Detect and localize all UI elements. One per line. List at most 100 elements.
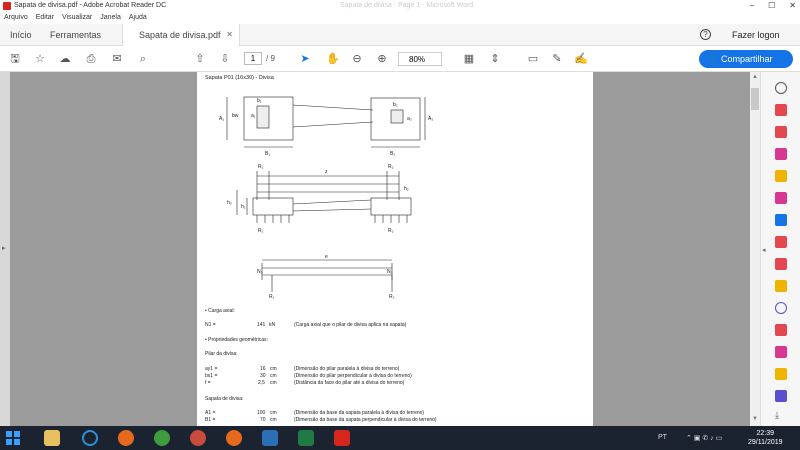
page-number-input[interactable]: 1 (244, 52, 262, 65)
system-clock[interactable]: 22:39 29/11/2019 (748, 429, 783, 447)
tab-document-label: Sapata de divisa.pdf (139, 30, 221, 40)
label-a2: a₂ (407, 116, 412, 122)
login-link[interactable]: Fazer logon (732, 30, 780, 40)
vertical-scrollbar[interactable]: ▲ ▼ (750, 72, 760, 426)
label-R1-top: R₁ (258, 164, 264, 170)
scroll-thumb[interactable] (751, 88, 759, 110)
file-explorer-icon[interactable] (44, 430, 60, 446)
row-b1-value: 70 (260, 417, 266, 423)
internet-explorer-icon[interactable] (82, 430, 98, 446)
chrome-icon[interactable] (154, 430, 170, 446)
page-fit-icon[interactable]: ▦ (462, 52, 476, 66)
save-icon[interactable]: 🖫 (8, 52, 22, 66)
fill-sign-icon[interactable] (775, 346, 787, 358)
pdf-page: Sapata P01 (16x30) - Divisa A₁ bw a₁ b₁ … (197, 72, 593, 426)
label-z: z (325, 169, 328, 175)
close-icon[interactable]: ✕ (789, 1, 796, 10)
tab-home[interactable]: Início (10, 24, 32, 46)
expand-panel-icon[interactable]: ⤓ (775, 410, 787, 422)
left-panel-toggle[interactable]: ▸ (0, 72, 10, 426)
share-button[interactable]: 👤 Compartilhar (699, 50, 793, 68)
tab-document[interactable]: Sapata de divisa.pdf ✕ (122, 24, 240, 46)
comment-tool-icon[interactable] (775, 170, 787, 182)
expand-left-icon: ▸ (2, 245, 6, 252)
zoom-select[interactable]: 80% (398, 52, 442, 66)
scroll-down-icon[interactable]: ▼ (752, 416, 758, 422)
windows-taskbar: PT ⌃ ▣ ✆ ♪ ▭ 22:39 29/11/2019 (0, 426, 800, 450)
zoom-search-icon[interactable] (775, 82, 787, 94)
tab-tools[interactable]: Ferramentas (50, 24, 101, 46)
row-bx1-name: bx1 = (205, 373, 218, 379)
label-b1: b₁ (257, 98, 262, 104)
create-pdf-icon[interactable] (775, 126, 787, 138)
edit-pdf-icon[interactable] (775, 148, 787, 160)
menu-arquivo[interactable]: Arquivo (4, 14, 28, 24)
collapse-right-panel-icon[interactable]: ◂ (762, 246, 766, 254)
row-n1-name: N1 = (205, 322, 216, 328)
menu-visualizar[interactable]: Visualizar (62, 14, 92, 24)
maximize-icon[interactable]: ☐ (768, 1, 775, 10)
acrobat-taskbar-icon[interactable] (334, 430, 350, 446)
firefox-dev-icon[interactable] (190, 430, 206, 446)
clock-time: 22:39 (756, 430, 775, 437)
redact-icon[interactable] (775, 258, 787, 270)
send-review-icon[interactable] (775, 368, 787, 380)
highlight-pen-icon[interactable]: ✎ (550, 52, 564, 66)
help-icon[interactable]: ? (700, 29, 711, 40)
more-tools-icon[interactable] (775, 390, 787, 402)
close-tab-icon[interactable]: ✕ (226, 30, 233, 39)
compress-pdf-icon[interactable] (775, 236, 787, 248)
firefox-icon[interactable] (118, 430, 134, 446)
menu-editar[interactable]: Editar (36, 14, 54, 24)
row-b1-name: B1 = (205, 417, 216, 423)
row-a1-unit: cm (270, 410, 277, 416)
right-tools-panel: ⤓ (760, 72, 800, 426)
protect-icon[interactable] (775, 280, 787, 292)
comment-icon[interactable]: ▭ (526, 52, 540, 66)
share-button-label: Compartilhar (721, 54, 773, 64)
label-R2-top: R₂ (388, 164, 394, 170)
shield-icon[interactable] (775, 302, 787, 314)
search-icon[interactable]: ⌕ (136, 52, 150, 66)
email-icon[interactable]: ✉ (110, 52, 124, 66)
page-down-icon[interactable]: ⇩ (218, 52, 232, 66)
firefox-nightly-icon[interactable] (226, 430, 242, 446)
language-indicator[interactable]: PT (658, 434, 667, 441)
add-person-icon: 👤 (707, 53, 720, 64)
label-a1: a₁ (251, 113, 256, 119)
print-icon[interactable]: ⎙ (84, 52, 98, 66)
clock-date: 29/11/2019 (748, 439, 783, 446)
row-ay1-value: 16 (260, 366, 266, 372)
menu-janela[interactable]: Janela (100, 14, 121, 24)
scroll-up-icon[interactable]: ▲ (752, 74, 758, 80)
windows-start-icon[interactable] (6, 431, 20, 445)
row-f-desc: (Distância da face do pilar até a divisa… (294, 380, 405, 386)
upload-cloud-icon[interactable]: ☁ (58, 52, 72, 66)
zoom-in-icon[interactable]: ⊕ (375, 52, 389, 66)
acrobat-pdf-icon[interactable] (775, 324, 787, 336)
combine-files-icon[interactable] (775, 192, 787, 204)
zoom-out-icon[interactable]: ⊖ (350, 52, 364, 66)
row-bx1-unit: cm (270, 373, 277, 379)
row-bx1-desc: (Dimensão do pilar perpendicular à divis… (294, 373, 412, 379)
label-N2: N₂ (387, 269, 393, 275)
row-ay1-unit: cm (270, 366, 277, 372)
row-a1-value: 100 (257, 410, 266, 416)
organize-pages-icon[interactable] (775, 214, 787, 226)
acrobat-app-icon (3, 2, 11, 10)
bookmark-star-icon[interactable]: ☆ (33, 52, 47, 66)
excel-icon[interactable] (298, 430, 314, 446)
minimize-icon[interactable]: – (750, 1, 754, 10)
row-bx1-value: 30 (260, 373, 266, 379)
tray-icons[interactable]: ⌃ ▣ ✆ ♪ ▭ (686, 434, 722, 442)
sign-icon[interactable]: ✍ (574, 52, 588, 66)
label-e: e (325, 254, 328, 260)
hand-tool-icon[interactable]: ✋ (326, 52, 340, 66)
settings-app-icon[interactable] (262, 430, 278, 446)
page-up-icon[interactable]: ⇧ (193, 52, 207, 66)
scroll-mode-icon[interactable]: ⇕ (488, 52, 502, 66)
menu-ajuda[interactable]: Ajuda (129, 14, 147, 24)
select-cursor-icon[interactable]: ➤ (298, 52, 312, 66)
export-pdf-icon[interactable] (775, 104, 787, 116)
row-n1-desc: (Carga axial que o pilar de divisa aplic… (294, 322, 407, 328)
